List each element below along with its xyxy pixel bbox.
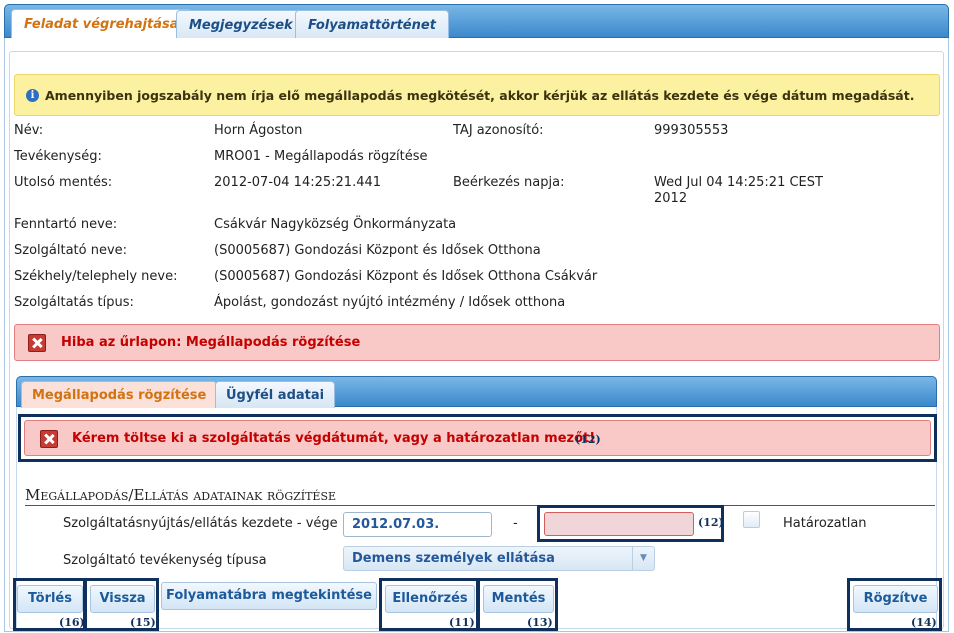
beerkezes-value-line2: 2012: [654, 191, 688, 206]
tevekenyseg-label: Tevékenység:: [14, 149, 102, 164]
nev-value: Horn Ágoston: [214, 123, 303, 138]
mentes-button[interactable]: Mentés: [483, 585, 554, 613]
form-error-message: Hiba az űrlapon: Megállapodás rögzítése: [14, 324, 940, 361]
beerkezes-value-line1: Wed Jul 04 14:25:21 CEST: [654, 175, 823, 190]
tevekenyseg-tipus-select[interactable]: Demens személyek ellátása ▼: [343, 546, 655, 571]
field-error-message: Kérem töltse ki a szolgáltatás végdátumá…: [24, 420, 931, 456]
tevekenyseg-tipus-value: Demens személyek ellátása: [352, 551, 555, 566]
tab-megallapodas-rogzitese[interactable]: Megállapodás rögzítése: [21, 381, 218, 408]
tipus-label: Szolgáltatás típus:: [14, 295, 134, 310]
error-icon: [40, 430, 58, 448]
tevekenyseg-tipus-label: Szolgáltató tevékenység típusa: [63, 553, 267, 568]
szekhely-value: (S0005687) Gondozási Központ és Idősek O…: [214, 269, 598, 284]
fenntarto-label: Fenntartó neve:: [14, 217, 118, 232]
tab-feladat-vegrehajtasa[interactable]: Feladat végrehajtása: [11, 9, 192, 41]
section-title: Megállapodás/Ellátás adatainak rögzítése: [25, 486, 935, 506]
mentes-annotation: (13): [527, 616, 553, 629]
vissza-annotation: (15): [130, 616, 156, 629]
fenntarto-value: Csákvár Nagyközség Önkormányzata: [214, 217, 457, 232]
date-range-label: Szolgáltatásnyújtás/ellátás kezdete - vé…: [63, 516, 338, 531]
rogzitve-annotation: (14): [911, 616, 937, 629]
tab-ugyfel-adatai[interactable]: Ügyfél adatai: [215, 381, 336, 408]
info-icon: i: [26, 89, 39, 102]
torles-annotation: (16): [59, 616, 85, 629]
rogzitve-button[interactable]: Rögzítve: [853, 585, 938, 613]
form-error-text: Hiba az űrlapon: Megállapodás rögzítése: [61, 335, 361, 350]
tab-folyamattortenet[interactable]: Folyamattörténet: [295, 10, 449, 41]
info-text: Amennyiben jogszabály nem írja elő megál…: [45, 88, 915, 103]
ellenorzes-annotation: (11): [449, 616, 475, 629]
start-date-input[interactable]: 2012.07.03.: [343, 512, 492, 537]
beerkezes-label: Beérkezés napja:: [453, 175, 565, 190]
info-message: i Amennyiben jogszabály nem írja elő meg…: [14, 74, 940, 116]
utolso-mentes-value: 2012-07-04 14:25:21.441: [214, 175, 382, 190]
szolgaltato-value: (S0005687) Gondozási Központ és Idősek O…: [214, 243, 541, 258]
field-error-highlight: Kérem töltse ki a szolgáltatás végdátumá…: [18, 414, 937, 462]
torles-highlight: Törlés (16): [13, 578, 86, 631]
date-separator: -: [513, 516, 518, 531]
mentes-highlight: Mentés (13): [477, 578, 558, 631]
ellenorzes-button[interactable]: Ellenőrzés: [385, 585, 475, 613]
end-date-annotation: (12): [698, 516, 724, 529]
taj-label: TAJ azonosító:: [453, 123, 544, 138]
szolgaltato-label: Szolgáltató neve:: [14, 243, 128, 258]
end-date-input[interactable]: [544, 512, 694, 536]
sub-tab-bar: Megállapodás rögzítése Ügyfél adatai: [16, 376, 937, 408]
utolso-mentes-label: Utolsó mentés:: [14, 175, 113, 190]
tevekenyseg-value: MRO01 - Megállapodás rögzítése: [214, 149, 428, 164]
torles-button[interactable]: Törlés: [17, 585, 83, 613]
error-icon: [28, 334, 46, 352]
vissza-button[interactable]: Vissza: [90, 585, 155, 613]
hatarozatlan-checkbox[interactable]: [743, 511, 760, 528]
folyamatabra-button[interactable]: Folyamatábra megtekintése: [161, 582, 377, 610]
taj-value: 999305553: [654, 123, 729, 138]
rogzitve-highlight: Rögzítve (14): [847, 578, 942, 631]
field-error-text: Kérem töltse ki a szolgáltatás végdátumá…: [72, 431, 596, 446]
main-tab-bar: Feladat végrehajtása Megjegyzések Folyam…: [4, 4, 949, 41]
field-error-annotation: (12): [575, 433, 601, 446]
end-date-highlight: (12): [537, 505, 724, 542]
chevron-down-icon: ▼: [632, 547, 654, 570]
tipus-value: Ápolást, gondozást nyújtó intézmény / Id…: [214, 295, 566, 310]
ellenorzes-highlight: Ellenőrzés (11): [379, 578, 479, 631]
nev-label: Név:: [14, 123, 44, 138]
szekhely-label: Székhely/telephely neve:: [14, 269, 178, 284]
tab-megjegyzesek[interactable]: Megjegyzések: [176, 10, 306, 41]
vissza-highlight: Vissza (15): [84, 578, 159, 631]
hatarozatlan-label: Határozatlan: [783, 516, 867, 531]
